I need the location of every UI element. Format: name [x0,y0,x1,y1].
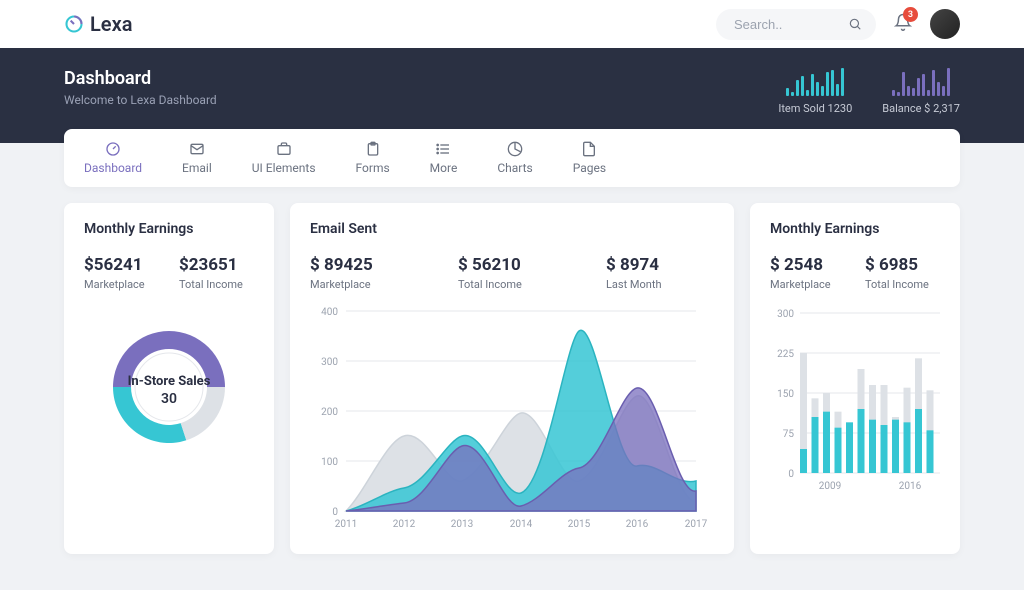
top-bar: Lexa 3 [0,0,1024,48]
nav-label: UI Elements [252,161,316,175]
svg-text:2015: 2015 [568,519,591,530]
main-nav: Dashboard Email UI Elements Forms More C… [64,129,960,187]
nav-item-charts[interactable]: Charts [497,141,532,175]
donut-center-value: 30 [161,391,177,407]
stat-value: $23651 [179,255,254,275]
svg-text:2012: 2012 [393,519,416,530]
stat-marketplace: $56241 Marketplace [84,255,159,291]
stat-label: Marketplace [310,278,418,291]
hero-stat-label: Item Sold 1230 [778,102,852,115]
nav-label: Charts [497,161,532,175]
search-icon [848,17,862,31]
stat-total-income: $ 6985 Total Income [865,255,940,291]
hero-stat-items-sold: Item Sold 1230 [778,68,852,115]
gauge-icon [105,141,121,157]
nav-label: Dashboard [84,161,142,175]
card-title: Monthly Earnings [84,221,254,237]
svg-text:2013: 2013 [451,519,473,530]
donut-chart: In-Store Sales 30 [84,307,254,467]
sparkline-cyan [786,68,844,96]
card-title: Monthly Earnings [770,221,940,237]
stat-value: $ 6985 [865,255,940,275]
card-title: Email Sent [310,221,714,237]
nav-item-email[interactable]: Email [182,141,212,175]
card-monthly-earnings-left: Monthly Earnings $56241 Marketplace $236… [64,203,274,554]
card-email-sent: Email Sent $ 89425 Marketplace $ 56210 T… [290,203,734,554]
nav-label: More [430,161,458,175]
svg-text:2017: 2017 [685,519,708,530]
stat-value: $ 8974 [606,255,714,275]
stat-total-income: $ 56210 Total Income [458,255,566,291]
svg-text:2009: 2009 [819,481,841,492]
svg-text:225: 225 [777,349,794,360]
svg-text:2014: 2014 [510,519,533,530]
svg-text:2016: 2016 [899,481,922,492]
stat-total-income: $23651 Total Income [179,255,254,291]
nav-label: Email [182,161,212,175]
nav-item-more[interactable]: More [430,141,458,175]
hero-stats: Item Sold 1230 Balance $ 2,317 [778,68,960,115]
stats-row: $56241 Marketplace $23651 Total Income [84,255,254,291]
notification-badge: 3 [903,7,918,22]
stat-value: $ 89425 [310,255,418,275]
stat-value: $56241 [84,255,159,275]
svg-text:400: 400 [321,307,338,318]
area-chart: 400 300 200 100 0 2011 2012 2013 2014 20… [310,301,710,536]
notifications-button[interactable]: 3 [894,13,912,35]
donut-center-title: In-Store Sales [128,374,211,389]
bar-chart: 300 225 150 75 0 2009 2016 [770,307,945,507]
stats-row: $ 2548 Marketplace $ 6985 Total Income [770,255,940,291]
topbar-right: 3 [716,9,960,40]
svg-text:0: 0 [332,507,338,518]
page-title: Dashboard [64,68,217,89]
svg-text:75: 75 [783,429,795,440]
svg-text:300: 300 [777,309,794,320]
sparkline-purple [892,68,950,96]
svg-text:2016: 2016 [626,519,649,530]
stat-value: $ 2548 [770,255,845,275]
file-icon [581,141,597,157]
stat-label: Total Income [865,278,940,291]
nav-item-forms[interactable]: Forms [356,141,390,175]
stat-label: Marketplace [770,278,845,291]
nav-label: Forms [356,161,390,175]
svg-text:300: 300 [321,357,338,368]
envelope-icon [189,141,205,157]
nav-item-ui-elements[interactable]: UI Elements [252,141,316,175]
cards-row: Monthly Earnings $56241 Marketplace $236… [0,187,1024,570]
brand-name: Lexa [90,12,132,36]
stat-label: Marketplace [84,278,159,291]
nav-item-pages[interactable]: Pages [573,141,606,175]
page-subtitle: Welcome to Lexa Dashboard [64,93,217,107]
briefcase-icon [276,141,292,157]
pie-chart-icon [507,141,523,157]
svg-text:2011: 2011 [335,519,357,530]
stat-label: Last Month [606,278,714,291]
hero-stat-label: Balance $ 2,317 [882,102,960,115]
svg-text:150: 150 [777,389,794,400]
stat-marketplace: $ 2548 Marketplace [770,255,845,291]
search-box [716,9,876,40]
list-icon [435,141,451,157]
stat-label: Total Income [179,278,254,291]
stat-last-month: $ 8974 Last Month [606,255,714,291]
gauge-icon [64,14,84,34]
stat-value: $ 56210 [458,255,566,275]
clipboard-icon [365,141,381,157]
brand-logo[interactable]: Lexa [64,12,132,36]
stats-row: $ 89425 Marketplace $ 56210 Total Income… [310,255,714,291]
card-monthly-earnings-right: Monthly Earnings $ 2548 Marketplace $ 69… [750,203,960,554]
svg-text:0: 0 [788,469,794,480]
nav-item-dashboard[interactable]: Dashboard [84,141,142,175]
svg-text:200: 200 [321,407,338,418]
svg-text:100: 100 [321,457,338,468]
stat-label: Total Income [458,278,566,291]
nav-label: Pages [573,161,606,175]
hero-headings: Dashboard Welcome to Lexa Dashboard [64,68,217,107]
avatar[interactable] [930,9,960,39]
stat-marketplace: $ 89425 Marketplace [310,255,418,291]
hero-stat-balance: Balance $ 2,317 [882,68,960,115]
